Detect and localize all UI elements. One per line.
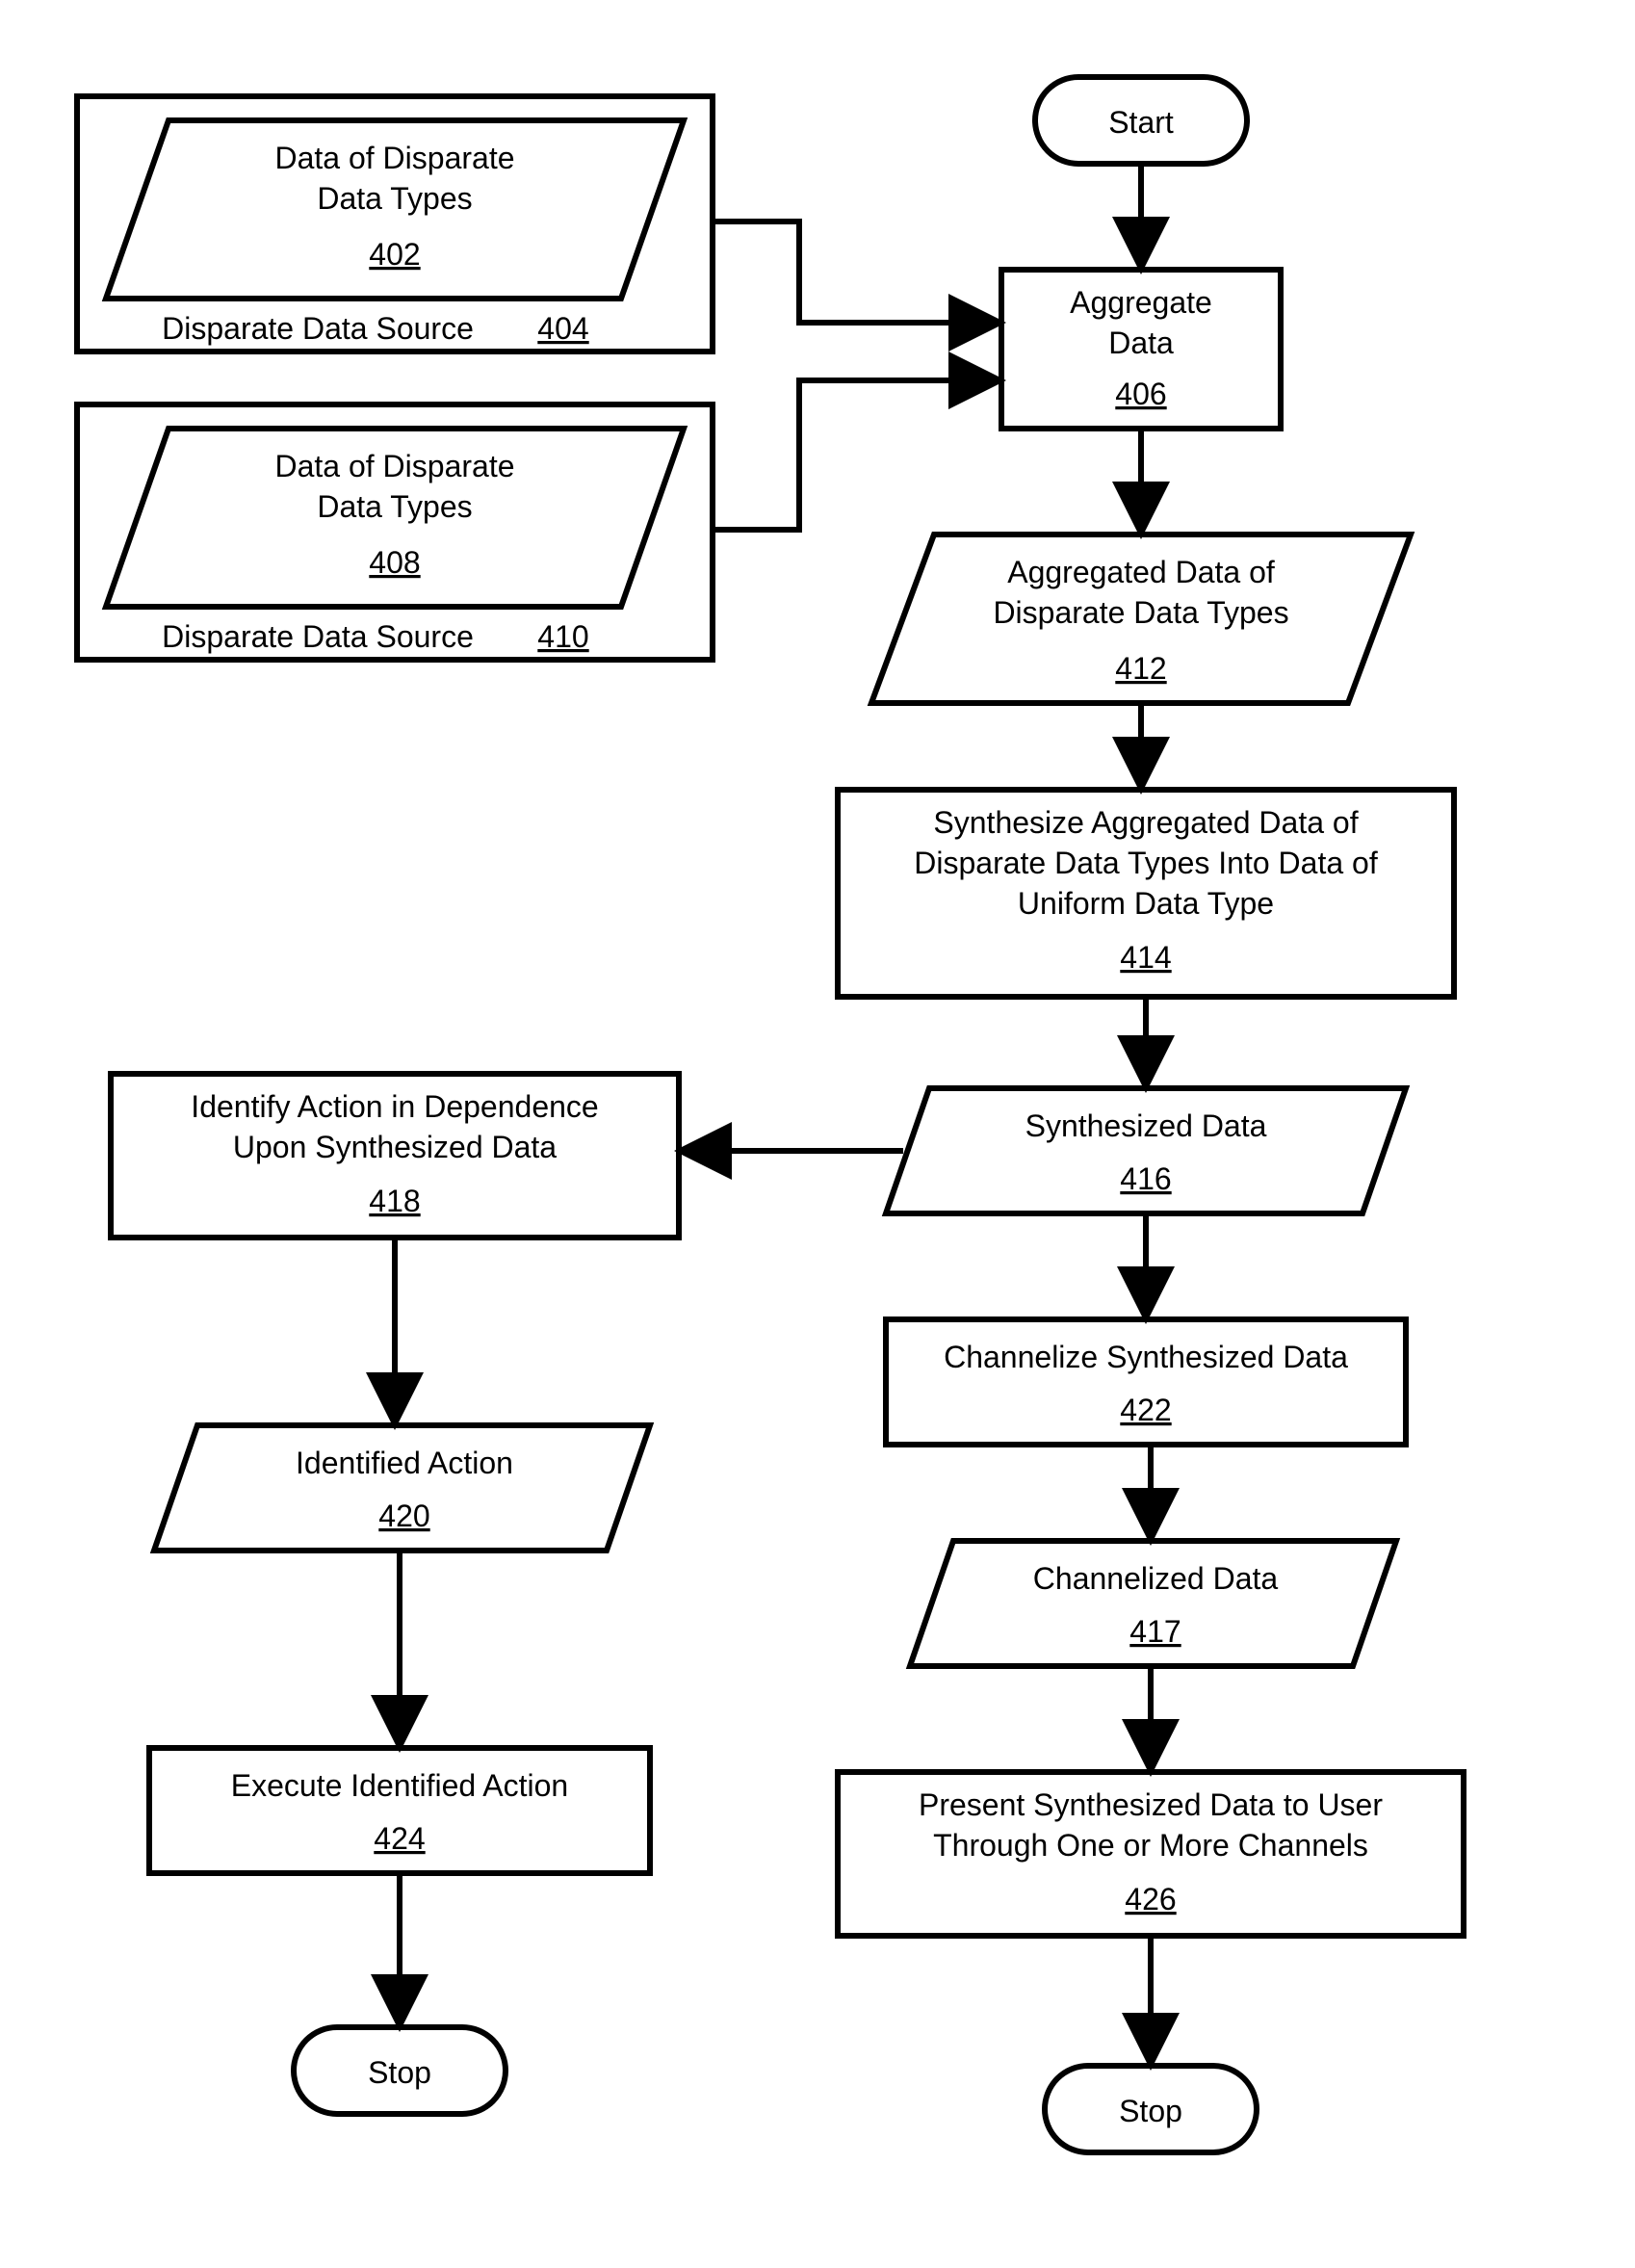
- identify-action-418: Identify Action in Dependence Upon Synth…: [111, 1074, 679, 1238]
- n420-ref: 420: [378, 1499, 429, 1533]
- n422-l1: Channelize Synthesized Data: [944, 1340, 1348, 1374]
- agg-l2: Data: [1108, 326, 1174, 360]
- synthesize-414: Synthesize Aggregated Data of Disparate …: [838, 790, 1454, 997]
- arrow-410-to-406: [713, 380, 997, 530]
- n414-l2: Disparate Data Types Into Data of: [914, 846, 1378, 880]
- source-410-ref: 410: [537, 619, 588, 654]
- stop-terminal-left: Stop: [294, 2027, 506, 2114]
- arrow-404-to-406: [713, 222, 997, 323]
- n412-l1: Aggregated Data of: [1007, 555, 1275, 589]
- n424-l1: Execute Identified Action: [231, 1768, 568, 1803]
- source-404-ref: 404: [537, 311, 588, 346]
- disparate-source-410: Data of Disparate Data Types 408 Dispara…: [77, 404, 713, 660]
- n418-l2: Upon Synthesized Data: [233, 1130, 557, 1164]
- channelized-data-417: Channelized Data 417: [910, 1541, 1396, 1666]
- source-410-label: Disparate Data Source: [162, 619, 474, 654]
- n412-l2: Disparate Data Types: [993, 595, 1288, 630]
- n417-ref: 417: [1129, 1614, 1181, 1649]
- start-label: Start: [1108, 105, 1174, 140]
- n414-l1: Synthesize Aggregated Data of: [933, 805, 1358, 840]
- n426-l2: Through One or More Channels: [933, 1828, 1368, 1863]
- agg-ref: 406: [1115, 377, 1166, 411]
- n416-l1: Synthesized Data: [1025, 1108, 1267, 1143]
- source-404-label: Disparate Data Source: [162, 311, 474, 346]
- n424-ref: 424: [374, 1821, 425, 1856]
- flowchart-diagram: Start Data of Disparate Data Types 402 D…: [0, 0, 1635, 2268]
- data-408-l2: Data Types: [317, 489, 472, 524]
- stop-right-label: Stop: [1119, 2094, 1182, 2128]
- channelize-422: Channelize Synthesized Data 422: [886, 1319, 1406, 1445]
- data-408-l1: Data of Disparate: [274, 449, 514, 483]
- n416-ref: 416: [1120, 1161, 1171, 1196]
- disparate-source-404: Data of Disparate Data Types 402 Dispara…: [77, 96, 713, 352]
- data-402-ref: 402: [369, 237, 420, 272]
- data-402-l2: Data Types: [317, 181, 472, 216]
- aggregate-data-406: Aggregate Data 406: [1001, 270, 1281, 429]
- present-data-426: Present Synthesized Data to User Through…: [838, 1772, 1464, 1936]
- synthesized-data-416: Synthesized Data 416: [886, 1088, 1406, 1213]
- n418-ref: 418: [369, 1184, 420, 1218]
- start-terminal: Start: [1035, 77, 1247, 164]
- identified-action-420: Identified Action 420: [154, 1425, 650, 1551]
- aggregated-data-412: Aggregated Data of Disparate Data Types …: [871, 534, 1411, 703]
- n414-ref: 414: [1120, 940, 1171, 975]
- n426-ref: 426: [1125, 1882, 1176, 1916]
- n412-ref: 412: [1115, 651, 1166, 686]
- agg-l1: Aggregate: [1070, 285, 1212, 320]
- execute-action-424: Execute Identified Action 424: [149, 1748, 650, 1873]
- n418-l1: Identify Action in Dependence: [191, 1089, 598, 1124]
- data-402-l1: Data of Disparate: [274, 141, 514, 175]
- n426-l1: Present Synthesized Data to User: [919, 1787, 1383, 1822]
- n422-ref: 422: [1120, 1393, 1171, 1427]
- n420-l1: Identified Action: [296, 1446, 513, 1480]
- data-408-ref: 408: [369, 545, 420, 580]
- stop-terminal-right: Stop: [1045, 2066, 1257, 2152]
- n414-l3: Uniform Data Type: [1018, 886, 1274, 921]
- n417-l1: Channelized Data: [1033, 1561, 1279, 1596]
- stop-left-label: Stop: [368, 2055, 431, 2090]
